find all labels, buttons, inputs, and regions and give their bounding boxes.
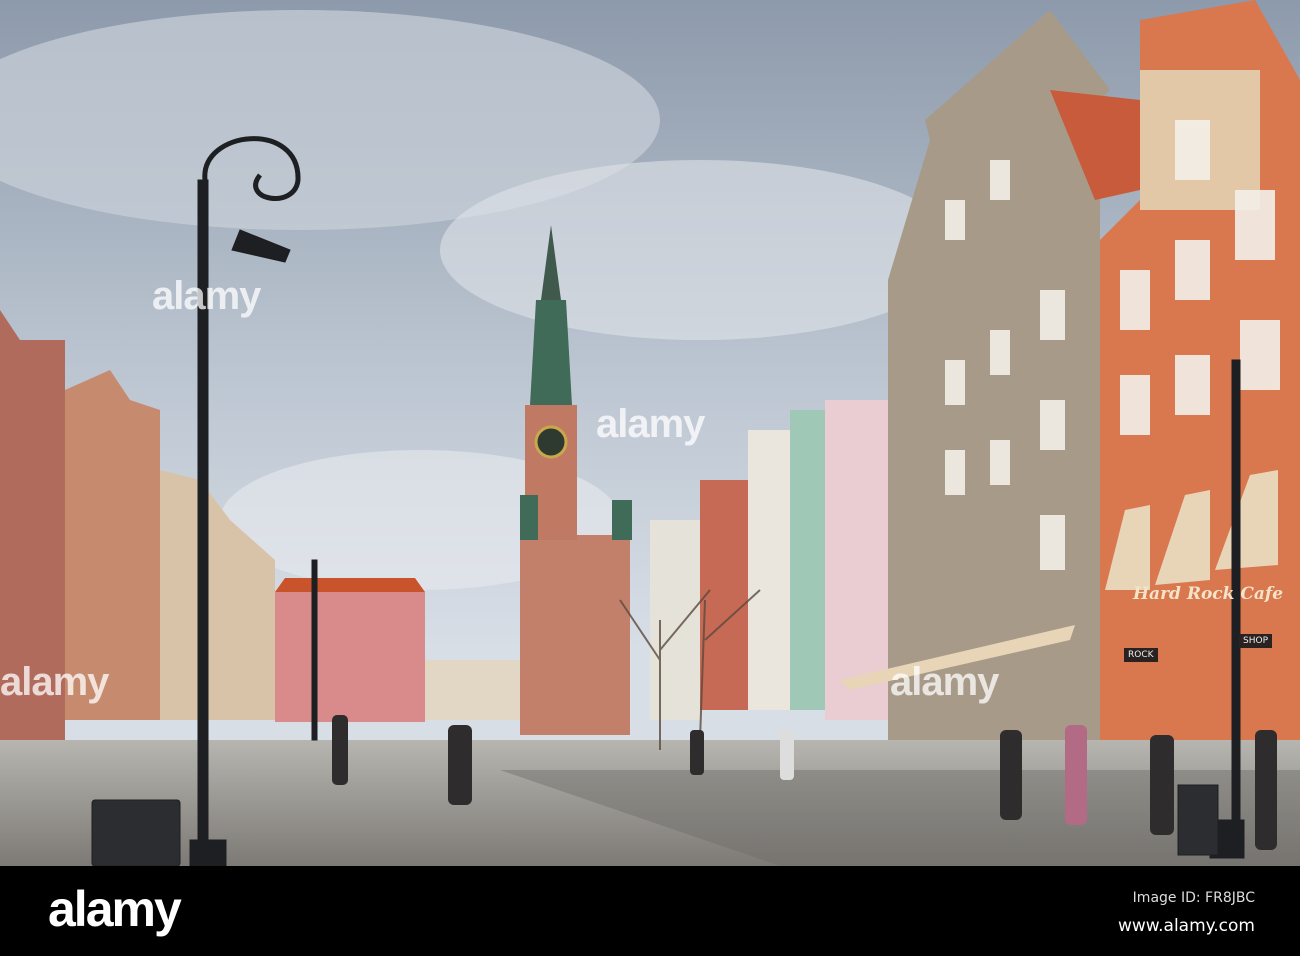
watermark: alamy xyxy=(596,402,705,446)
image-id: Image ID: FR8JBC xyxy=(1132,890,1255,906)
watermark: alamy xyxy=(152,274,261,318)
watermark: alamy xyxy=(0,660,109,704)
storefront-sign: Hard Rock Cafe xyxy=(1133,584,1284,604)
footer-bar: alamy Image ID: FR8JBC www.alamy.com xyxy=(0,866,1300,956)
store-label: SHOP xyxy=(1239,634,1272,648)
site-url: www.alamy.com xyxy=(1117,916,1255,936)
street-photo: alamy alamy alamy alamy Hard Rock Cafe R… xyxy=(0,0,1300,866)
store-label: ROCK xyxy=(1124,648,1158,662)
watermark: alamy xyxy=(890,660,999,704)
alamy-logo: alamy xyxy=(48,881,182,937)
